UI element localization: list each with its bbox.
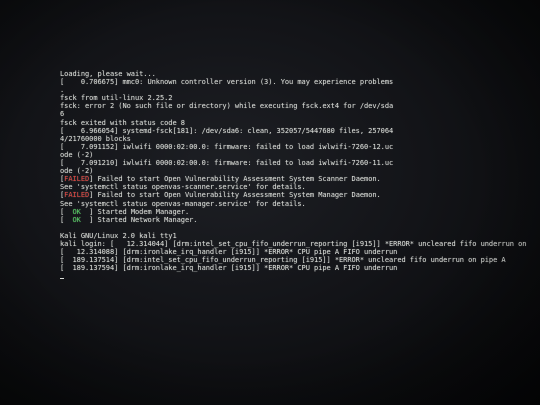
terminal-screen[interactable]: Loading, please wait...[ 0.706675] mmc0:… [60,70,530,390]
console-line-text: ode (-2) [60,167,94,176]
status-ok-tag: OK [64,215,90,224]
console-line-text: . [60,86,65,95]
console-line-text: 6 [60,110,65,119]
console-line-text: Loading, please wait... [60,70,156,78]
console-line-text: [ 6.966054] systemd-fsck[181]: /dev/sda6… [60,126,394,135]
console-line-text: 4/21760000 blocks [60,134,131,143]
console-line-text: [ 12.314088] [drm:ironlake_irq_handler [… [60,248,398,257]
console-line: Loading, please wait... [60,70,530,78]
console-output: Loading, please wait...[ 0.706675] mmc0:… [60,70,530,280]
status-failed-tag: FAILED [64,191,90,200]
console-line-text: ode (-2) [60,150,94,159]
console-line: ode (-2) [60,167,530,175]
console-line-text: Kali GNU/Linux 2.0 kali tty1 [60,231,177,240]
text-cursor [60,277,64,280]
console-line-text: fsck: error 2 (No such file or directory… [60,102,394,111]
console-line: [ 12.314088] [drm:ironlake_irq_handler [… [60,248,530,256]
console-line: See 'systemctl status openvas-manager.se… [60,200,530,208]
console-line-text: [ 189.137514] [drm:intel_set_cpu_fifo_un… [60,256,506,265]
console-line-text: Failed to start Open Vulnerability Asses… [93,191,381,200]
console-line: fsck: error 2 (No such file or directory… [60,102,530,110]
console-line-text: fsck exited with status code 8 [60,118,185,127]
console-line-text: [ 189.137594] [drm:ironlake_irq_handler … [60,264,398,273]
console-line-text: Started Modem Manager. [93,207,190,216]
console-line: [ 189.137594] [drm:ironlake_irq_handler … [60,264,530,272]
console-line-text: [ 7.091210] iwlwifi 0000:02:00.0: firmwa… [60,159,394,168]
console-line: [ 0.706675] mmc0: Unknown controller ver… [60,78,530,86]
console-line: 6 [60,110,530,118]
console-line: 4/21760000 blocks [60,135,530,143]
console-line: [ 7.091152] iwlwifi 0000:02:00.0: firmwa… [60,143,530,151]
console-line: [ OK ] Started Network Manager. [60,216,530,224]
console-line: [ 6.966054] systemd-fsck[181]: /dev/sda6… [60,127,530,135]
console-line-text: See 'systemctl status openvas-manager.se… [60,199,306,208]
console-line: Kali GNU/Linux 2.0 kali tty1 [60,232,530,240]
console-line-text: kali login: [ 12.314044] [drm:intel_set_… [60,239,530,248]
console-line: fsck exited with status code 8 [60,119,530,127]
console-line: [ OK ] Started Modem Manager. [60,208,530,216]
console-line: [FAILED] Failed to start Open Vulnerabil… [60,191,530,199]
console-line: [ 7.091210] iwlwifi 0000:02:00.0: firmwa… [60,159,530,167]
console-line-text: [ 0.706675] mmc0: Unknown controller ver… [60,78,394,87]
console-line: ode (-2) [60,151,530,159]
console-line-text: Started Network Manager. [93,215,198,224]
console-line-text: [ 7.091152] iwlwifi 0000:02:00.0: firmwa… [60,142,394,151]
console-line: kali login: [ 12.314044] [drm:intel_set_… [60,240,530,248]
cursor-line[interactable] [60,272,530,280]
status-ok-tag: OK [64,207,90,216]
